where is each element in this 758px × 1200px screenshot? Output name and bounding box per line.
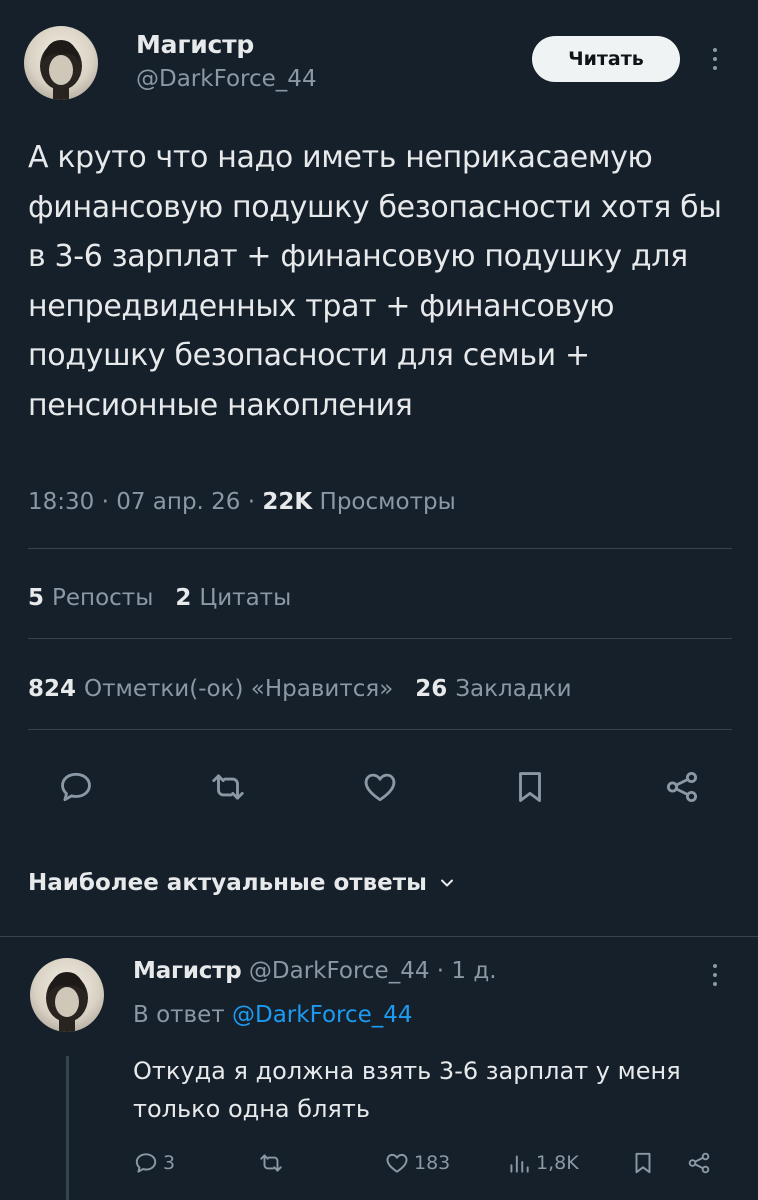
chevron-down-icon <box>440 879 453 887</box>
repost-stats: 5 Репосты 2 Цитаты <box>28 585 291 611</box>
reply-analytics-button[interactable]: 1,8K <box>506 1150 579 1176</box>
divider <box>28 548 732 549</box>
divider <box>28 638 732 639</box>
bookmarks-link[interactable]: 26 Закладки <box>415 676 571 702</box>
reply-header: Магистр @DarkForce_44 · 1 д. <box>133 958 497 984</box>
reply-reply-button[interactable]: 3 <box>133 1150 175 1176</box>
avatar-portrait <box>46 972 88 1032</box>
reply-analytics-count: 1,8K <box>536 1152 579 1174</box>
avatar-portrait <box>40 40 82 100</box>
likes-label: Отметки(-ок) «Нравится» <box>84 676 394 702</box>
likes-count: 824 <box>28 676 77 702</box>
reposts-label: Репосты <box>52 585 154 611</box>
like-stats: 824 Отметки(-ок) «Нравится» 26 Закладки <box>28 676 572 702</box>
follow-button[interactable]: Читать <box>532 36 680 82</box>
views-label: Просмотры <box>319 489 456 515</box>
replies-sort-label: Наиболее актуальные ответы <box>28 870 427 896</box>
reply-author-avatar[interactable] <box>30 958 104 1032</box>
quotes-count: 2 <box>175 585 192 611</box>
reply-to-handle[interactable]: @DarkForce_44 <box>232 1002 413 1028</box>
divider <box>0 936 758 937</box>
reply-icon[interactable] <box>56 767 96 807</box>
reply-share-button[interactable] <box>686 1150 712 1176</box>
reply-text: Откуда я должна взять 3-6 зарплат у меня… <box>133 1057 681 1123</box>
reply-like-button[interactable]: 183 <box>384 1150 450 1176</box>
repost-icon[interactable] <box>208 767 248 807</box>
reply-to-line: В ответ @DarkForce_44 <box>133 1002 413 1028</box>
author-name[interactable]: Магистр <box>136 30 254 59</box>
bookmark-icon[interactable] <box>510 767 550 807</box>
share-icon <box>688 1152 710 1174</box>
author-handle[interactable]: @DarkForce_44 <box>136 66 317 92</box>
like-icon <box>386 1153 408 1173</box>
bookmarks-label: Закладки <box>455 676 572 702</box>
reply-author-name[interactable]: Магистр <box>133 958 242 984</box>
reposts-link[interactable]: 5 Репосты <box>28 585 153 611</box>
reply-repost-button[interactable] <box>258 1150 284 1176</box>
reply-more-options-icon[interactable] <box>708 964 722 986</box>
reply-like-count: 183 <box>414 1152 451 1174</box>
reposts-count: 5 <box>28 585 45 611</box>
post-date[interactable]: 07 апр. 26 <box>116 489 240 515</box>
divider <box>28 729 732 730</box>
bookmarks-count: 26 <box>415 676 448 702</box>
thread-line <box>66 1056 69 1200</box>
reply-reply-count: 3 <box>163 1152 176 1174</box>
post-time[interactable]: 18:30 <box>28 489 94 515</box>
bookmark-icon <box>635 1152 651 1174</box>
reply-to-prefix: В ответ <box>133 1002 225 1028</box>
views-count: 22K <box>262 489 313 515</box>
like-icon[interactable] <box>360 767 400 807</box>
likes-link[interactable]: 824 Отметки(-ок) «Нравится» <box>28 676 393 702</box>
reply-icon <box>135 1153 157 1173</box>
share-icon[interactable] <box>662 767 702 807</box>
reply-bookmark-button[interactable] <box>630 1150 656 1176</box>
post-text: А круто что надо иметь неприкасаемую фин… <box>28 140 722 423</box>
quotes-link[interactable]: 2 Цитаты <box>175 585 291 611</box>
analytics-icon <box>510 1155 529 1173</box>
quotes-label: Цитаты <box>199 585 292 611</box>
repost-icon <box>260 1154 282 1172</box>
reply-author-handle[interactable]: @DarkForce_44 <box>249 958 430 984</box>
post-meta: 18:30 · 07 апр. 26 · 22K Просмотры <box>28 489 456 515</box>
author-avatar[interactable] <box>24 26 98 100</box>
reply-age[interactable]: 1 д. <box>451 958 496 984</box>
replies-sort-toggle[interactable]: Наиболее актуальные ответы <box>28 870 455 896</box>
more-options-icon[interactable] <box>708 48 722 70</box>
